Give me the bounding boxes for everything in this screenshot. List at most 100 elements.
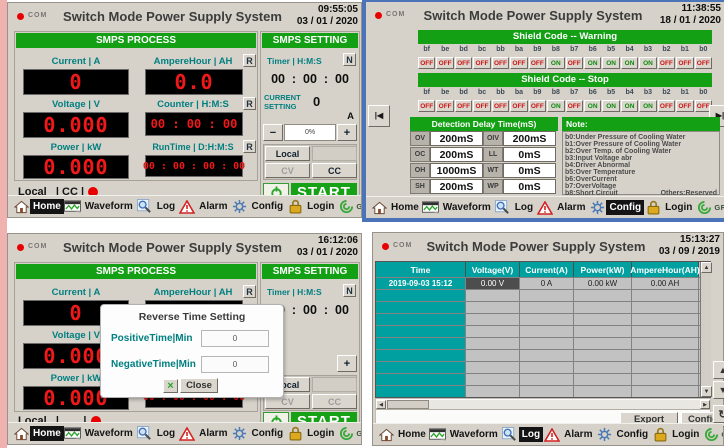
nav-alarm[interactable]: Alarm <box>196 199 230 214</box>
nav-alarm[interactable]: Alarm <box>196 426 230 441</box>
bit-state-button[interactable]: OFF <box>418 100 435 112</box>
amperehour-reset-button[interactable]: R <box>243 54 256 67</box>
local-button[interactable]: Local <box>265 146 310 161</box>
nav-log[interactable]: Log <box>512 200 536 215</box>
nav-home[interactable]: Home <box>30 199 64 214</box>
nav-waveform[interactable]: Waveform <box>82 426 136 441</box>
table-row[interactable] <box>376 337 710 349</box>
detection-value[interactable]: 0mS <box>503 179 556 194</box>
cc-button[interactable]: CC <box>312 394 357 409</box>
column-header[interactable]: Current(A) <box>520 262 574 277</box>
runtime-reset-button[interactable]: R <box>243 140 256 153</box>
detection-value[interactable]: 200mS <box>430 131 483 146</box>
counter-reset-button[interactable]: R <box>243 97 256 110</box>
bit-state-button[interactable]: OFF <box>658 57 675 69</box>
bit-state-button[interactable]: ON <box>602 100 619 112</box>
column-header[interactable]: AmpereHour(AH) <box>632 262 699 277</box>
nav-home[interactable]: Home <box>30 426 64 441</box>
page-down-button[interactable]: ▼ <box>713 381 724 399</box>
nav-login[interactable]: Login <box>304 426 337 441</box>
nav-log[interactable]: Log <box>154 426 178 441</box>
bit-state-button[interactable]: ON <box>547 100 564 112</box>
nav-config[interactable]: Config <box>606 200 644 215</box>
bit-state-button[interactable]: OFF <box>436 57 453 69</box>
cc-button[interactable]: CC <box>312 163 357 178</box>
bit-state-button[interactable]: OFF <box>418 57 435 69</box>
table-row[interactable]: 2019-09-03 15:12 0.00 V 0 A 0.00 kW 0.00… <box>376 277 710 289</box>
bit-state-button[interactable]: ON <box>547 57 564 69</box>
bit-state-button[interactable]: OFF <box>676 57 693 69</box>
detection-value[interactable]: 1000mS <box>430 163 483 178</box>
cell-current[interactable]: 0 A <box>520 278 574 289</box>
nav-waveform[interactable]: Waveform <box>82 199 136 214</box>
detection-value[interactable]: 0mS <box>503 147 556 162</box>
bit-state-button[interactable]: OFF <box>455 57 472 69</box>
cell-voltage[interactable]: 0.00 V <box>466 278 520 289</box>
scroll-down-icon[interactable]: ▼ <box>701 386 712 397</box>
cv-button[interactable]: CV <box>265 163 310 178</box>
table-row[interactable] <box>376 313 710 325</box>
detection-value[interactable]: 200mS <box>430 179 483 194</box>
nav-login[interactable]: Login <box>304 199 337 214</box>
bit-state-button[interactable]: ON <box>621 100 638 112</box>
table-row[interactable] <box>376 385 710 397</box>
bit-state-button[interactable]: ON <box>639 57 656 69</box>
detection-value[interactable]: 200mS <box>503 131 556 146</box>
bit-state-button[interactable]: ON <box>621 57 638 69</box>
detection-value[interactable]: 0mS <box>503 163 556 178</box>
nav-config[interactable]: Config <box>248 426 286 441</box>
slider-plus-button[interactable]: + <box>337 355 357 372</box>
column-header[interactable]: Time <box>376 262 466 277</box>
table-row[interactable] <box>376 301 710 313</box>
timer-n-button[interactable]: N <box>343 284 356 297</box>
timer-n-button[interactable]: N <box>343 53 356 66</box>
scroll-up-icon[interactable]: ▲ <box>701 262 712 273</box>
remote-cell[interactable] <box>312 377 357 392</box>
bit-state-button[interactable]: ON <box>639 100 656 112</box>
amperehour-reset-button[interactable]: R <box>243 285 256 298</box>
bit-state-button[interactable]: OFF <box>455 100 472 112</box>
column-header[interactable]: Power(kW) <box>574 262 632 277</box>
column-header[interactable]: Voltage(V) <box>466 262 520 277</box>
nav-login[interactable]: Login <box>662 200 695 215</box>
nav-alarm[interactable]: Alarm <box>554 200 588 215</box>
bit-state-button[interactable]: ON <box>602 57 619 69</box>
bit-state-button[interactable]: ON <box>584 57 601 69</box>
refresh-button[interactable]: ↻ <box>713 405 724 423</box>
nav-login[interactable]: Login <box>669 427 702 442</box>
remote-cell[interactable] <box>312 146 357 161</box>
table-row[interactable] <box>376 325 710 337</box>
nav-config[interactable]: Config <box>248 199 286 214</box>
current-setting-slider[interactable]: 0% <box>284 124 336 141</box>
bit-state-button[interactable]: OFF <box>676 100 693 112</box>
bit-state-button[interactable]: OFF <box>695 57 712 69</box>
table-row[interactable] <box>376 361 710 373</box>
bit-state-button[interactable]: OFF <box>510 100 527 112</box>
table-row[interactable] <box>376 349 710 361</box>
bit-state-button[interactable]: OFF <box>529 100 546 112</box>
nav-waveform[interactable]: Waveform <box>447 427 501 442</box>
bit-state-button[interactable]: OFF <box>510 57 527 69</box>
table-horizontal-scrollbar[interactable]: ◀ ▶ <box>376 400 710 410</box>
page-up-button[interactable]: ▲ <box>713 361 724 379</box>
cell-power[interactable]: 0.00 kW <box>574 278 632 289</box>
bit-state-button[interactable]: OFF <box>529 57 546 69</box>
bit-state-button[interactable]: OFF <box>473 100 490 112</box>
positive-time-input[interactable] <box>201 330 269 347</box>
prev-page-button[interactable]: |◀ <box>368 105 390 127</box>
bit-state-button[interactable]: OFF <box>566 100 583 112</box>
nav-waveform[interactable]: Waveform <box>440 200 494 215</box>
nav-alarm[interactable]: Alarm <box>561 427 595 442</box>
bit-state-button[interactable]: OFF <box>566 57 583 69</box>
cell-time[interactable]: 2019-09-03 15:12 <box>376 278 466 289</box>
nav-log[interactable]: Log <box>519 427 543 442</box>
cell-amperehour[interactable]: 0.00 AH <box>632 278 699 289</box>
detection-value[interactable]: 200mS <box>430 147 483 162</box>
scroll-left-icon[interactable]: ◀ <box>376 400 386 409</box>
negative-time-input[interactable] <box>201 356 269 373</box>
bit-state-button[interactable]: OFF <box>473 57 490 69</box>
table-row[interactable] <box>376 373 710 385</box>
nav-config[interactable]: Config <box>613 427 651 442</box>
slider-plus-button[interactable]: + <box>337 124 357 141</box>
close-button[interactable]: × Close <box>163 378 218 393</box>
